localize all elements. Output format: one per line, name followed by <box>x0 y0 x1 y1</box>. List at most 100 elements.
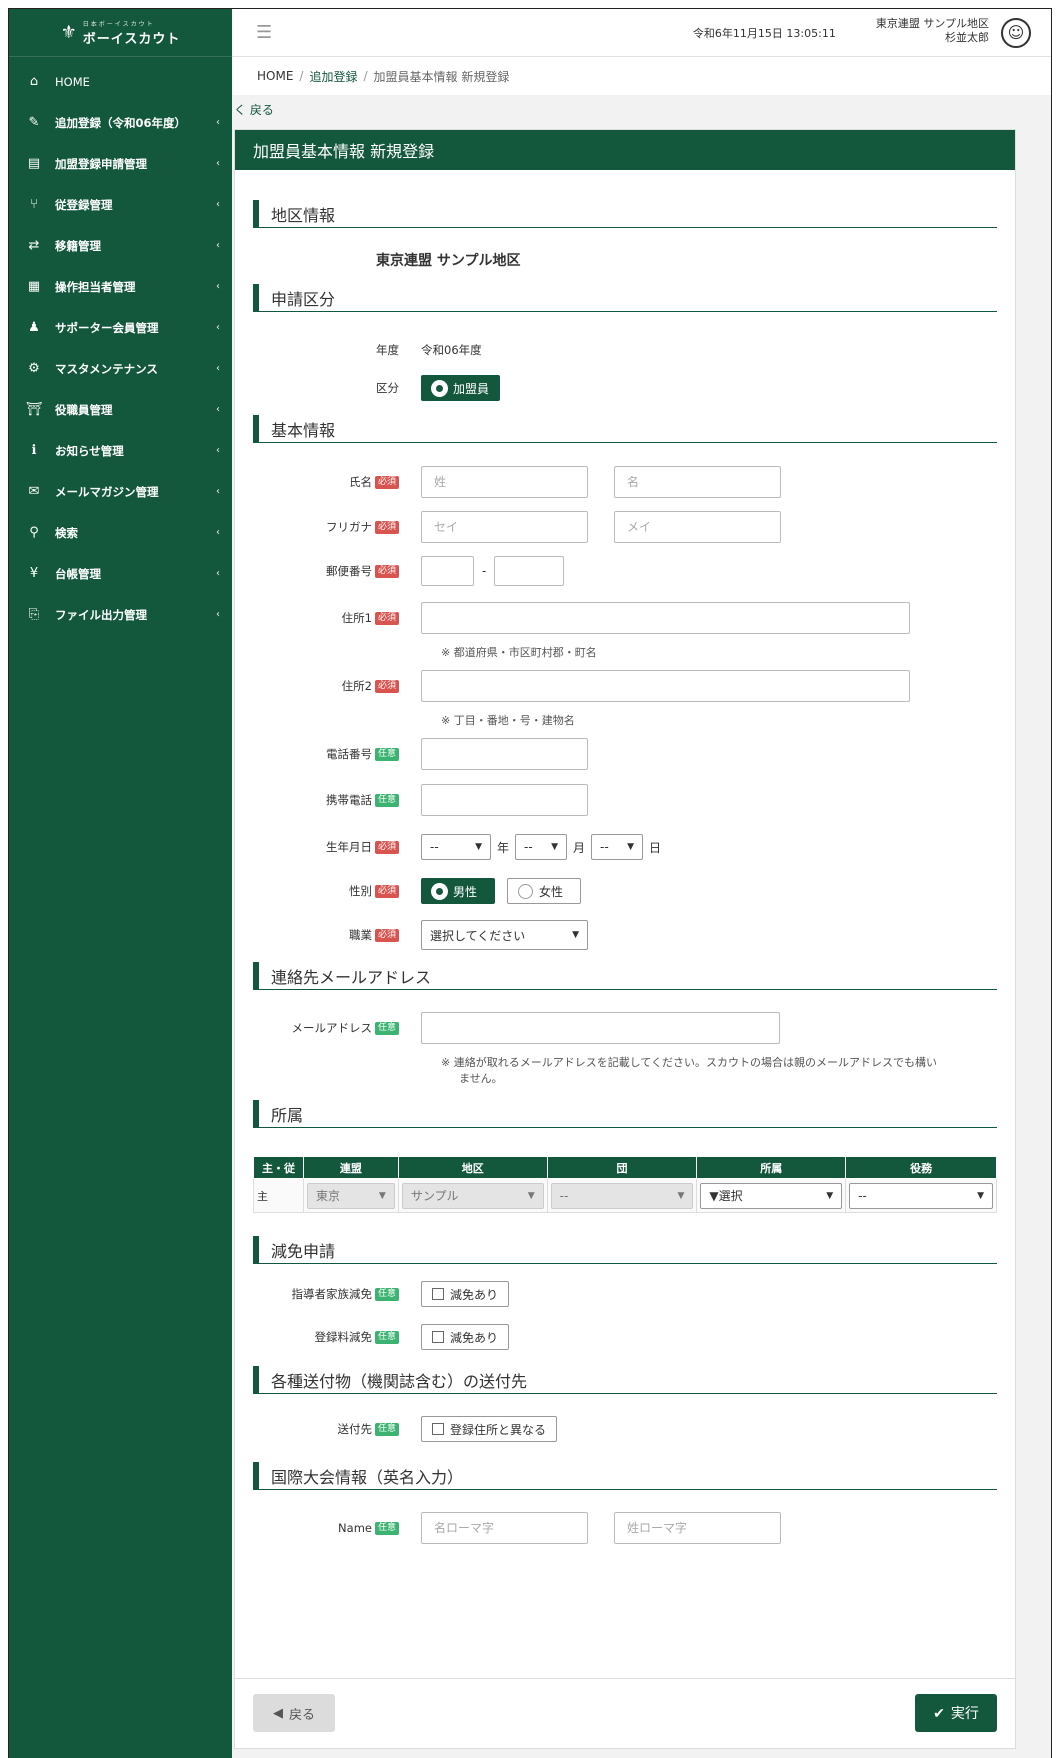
sidebar-item-home[interactable]: ⌂ HOME <box>9 61 232 102</box>
birth-day-select[interactable]: -- ▼ <box>591 834 644 860</box>
sidebar-item-ledger[interactable]: ¥ 台帳管理 ‹ <box>9 553 232 594</box>
logo[interactable]: ⚜ 日本ボーイスカウト ボーイスカウト <box>9 9 232 57</box>
birth-year-select[interactable]: -- ▼ <box>421 834 491 860</box>
zip-first-input[interactable] <box>421 556 474 586</box>
section-title-email: 連絡先メールアドレス <box>253 962 997 990</box>
last-name-input[interactable] <box>421 466 588 498</box>
avatar[interactable]: ☺ <box>1001 17 1031 48</box>
execute-button[interactable]: ✔ 実行 <box>915 1694 997 1732</box>
last-name-romaji-input[interactable] <box>614 1512 781 1544</box>
first-name-romaji-input[interactable] <box>421 1512 588 1544</box>
sidebar-item-label: 台帳管理 <box>55 566 101 581</box>
current-datetime: 令和6年11月15日 13:05:11 <box>692 26 836 40</box>
gender-radio-female[interactable]: 女性 <box>507 878 581 904</box>
chevron-left-icon: ‹ <box>216 158 220 169</box>
caret-down-icon: ▼ <box>826 1190 834 1201</box>
name-label: 氏名 <box>348 475 372 489</box>
kubun-radio-member[interactable]: 加盟員 <box>421 375 501 401</box>
address1-label: 住所1 <box>341 611 372 625</box>
sidebar-item-notices[interactable]: ℹ お知らせ管理 ‹ <box>9 430 232 471</box>
yen-icon: ¥ <box>29 566 39 581</box>
chevron-left-icon: ‹ <box>216 281 220 292</box>
shipping-different-checkbox[interactable]: 登録住所と異なる <box>421 1416 558 1442</box>
sidebar-item-supporter[interactable]: ♟ サポーター会員管理 ‹ <box>9 307 232 348</box>
required-badge: 必須 <box>374 564 399 578</box>
sidebar-item-label: サポーター会員管理 <box>55 320 159 335</box>
table-header: 所属 <box>696 1156 847 1179</box>
chevron-left-icon: ‹ <box>216 363 220 374</box>
hamburger-menu-icon[interactable]: ☰ <box>256 22 272 43</box>
sidebar-item-master-maintenance[interactable]: ⚙ マスタメンテナンス ‹ <box>9 348 232 389</box>
zip-second-input[interactable] <box>494 556 565 586</box>
operator-icon: ▦ <box>27 279 41 294</box>
sidebar-item-label: 従登録管理 <box>55 197 113 212</box>
table-header: 主・従 <box>253 1156 304 1179</box>
family-reduction-checkbox[interactable]: 減免あり <box>421 1281 510 1307</box>
sidebar-item-operator[interactable]: ▦ 操作担当者管理 ‹ <box>9 266 232 307</box>
breadcrumb-home[interactable]: HOME <box>257 69 293 83</box>
intl-name-label: Name <box>338 1521 372 1535</box>
first-kana-input[interactable] <box>614 511 781 543</box>
birth-month-select[interactable]: -- ▼ <box>515 834 568 860</box>
checkbox-icon <box>432 1331 444 1343</box>
address2-input[interactable] <box>421 670 910 702</box>
email-input[interactable] <box>421 1012 780 1044</box>
table-header: 団 <box>546 1156 698 1179</box>
sidebar-item-label: メールマガジン管理 <box>55 484 159 499</box>
belong-select[interactable]: ▼選択 ▼ <box>700 1182 843 1209</box>
mobile-input[interactable] <box>421 784 588 816</box>
sidebar-item-label: 移籍管理 <box>55 238 101 253</box>
user-info: 東京連盟 サンプル地区 杉並太郎 <box>876 17 989 45</box>
chevron-left-icon: ‹ <box>216 199 220 210</box>
sidebar-nav: ⌂ HOME ✎ 追加登録（令和06年度） ‹ ▤ 加盟登録申請管理 ‹ ⑂ 従… <box>9 57 232 635</box>
federation-select: 東京 ▼ <box>306 1182 395 1209</box>
section-title-district: 地区情報 <box>253 200 997 228</box>
sidebar-item-mail-magazine[interactable]: ✉ メールマガジン管理 ‹ <box>9 471 232 512</box>
family-reduction-label: 指導者家族減免 <box>291 1287 372 1301</box>
sidebar-item-membership-application[interactable]: ▤ 加盟登録申請管理 ‹ <box>9 143 232 184</box>
fee-reduction-row: 登録料減免 任意 減免あり <box>253 1323 997 1351</box>
sidebar-item-label: 操作担当者管理 <box>55 279 136 294</box>
mobile-row: 携帯電話 任意 <box>253 784 997 816</box>
sidebar-item-officers[interactable]: ⛩ 役職員管理 ‹ <box>9 389 232 430</box>
breadcrumb-separator: / <box>363 69 368 83</box>
app-frame: ⚜ 日本ボーイスカウト ボーイスカウト ⌂ HOME ✎ 追加登録（令和06年度… <box>8 8 1052 1758</box>
gender-radio-male[interactable]: 男性 <box>421 878 495 904</box>
sidebar-item-label: 検索 <box>55 525 78 540</box>
last-kana-input[interactable] <box>421 511 588 543</box>
sidebar-item-additional-registration[interactable]: ✎ 追加登録（令和06年度） ‹ <box>9 102 232 143</box>
shipping-row: 送付先 任意 登録住所と異なる <box>253 1415 997 1443</box>
first-name-input[interactable] <box>614 466 781 498</box>
district-select: サンプル ▼ <box>401 1182 544 1209</box>
year-row: 年度 令和06年度 <box>253 340 997 360</box>
role-select[interactable]: -- ▼ <box>849 1182 993 1209</box>
table-header: 役務 <box>845 1156 997 1179</box>
address1-input[interactable] <box>421 602 910 634</box>
email-row: メールアドレス 任意 <box>253 1012 997 1044</box>
info-icon: ℹ <box>31 443 37 458</box>
back-link[interactable]: く 戻る <box>234 101 274 118</box>
address2-label: 住所2 <box>341 679 372 693</box>
fee-reduction-checkbox[interactable]: 減免あり <box>421 1324 510 1350</box>
phone-input[interactable] <box>421 738 588 770</box>
sidebar-item-search[interactable]: ⚲ 検索 ‹ <box>9 512 232 553</box>
breadcrumb-additional-registration[interactable]: 追加登録 <box>309 68 357 85</box>
user-org: 東京連盟 サンプル地区 <box>875 16 989 30</box>
logo-title: ボーイスカウト <box>82 31 181 47</box>
district-value: 東京連盟 サンプル地区 <box>376 253 521 269</box>
sidebar-item-label: 追加登録（令和06年度） <box>55 115 187 130</box>
chevron-left-icon: ‹ <box>216 609 220 620</box>
back-button[interactable]: ◀ 戻る <box>253 1694 335 1732</box>
birth-day-unit: 日 <box>649 840 662 855</box>
fee-reduction-label: 登録料減免 <box>314 1330 372 1344</box>
address1-note: ※ 都道府県・市区町村郡・町名 <box>441 646 597 659</box>
intl-name-row: Name 任意 <box>253 1512 997 1544</box>
sidebar-item-secondary-registration[interactable]: ⑂ 従登録管理 ‹ <box>9 184 232 225</box>
optional-badge: 任意 <box>374 1287 399 1301</box>
sidebar-item-transfer[interactable]: ⇄ 移籍管理 ‹ <box>9 225 232 266</box>
job-select[interactable]: 選択してください ▼ <box>421 920 588 950</box>
email-note: ※ 連絡が取れるメールアドレスを記載してください。スカウトの場合は親のメールアド… <box>441 1056 938 1085</box>
shipping-label: 送付先 <box>337 1422 372 1436</box>
sidebar-item-file-export[interactable]: ⎘ ファイル出力管理 ‹ <box>9 594 232 635</box>
chevron-left-icon: ‹ <box>216 240 220 251</box>
